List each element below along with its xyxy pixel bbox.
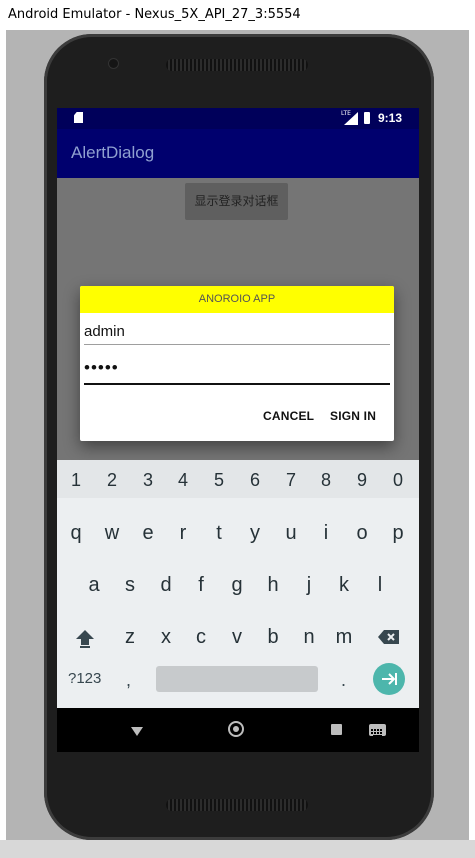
key-k[interactable]: k [326,574,362,597]
key-a[interactable]: a [76,574,112,597]
home-icon[interactable] [228,721,244,737]
bottom-speaker [166,799,308,811]
window-bottom-edge [0,840,475,858]
key-d[interactable]: d [148,574,184,597]
enter-key[interactable] [373,663,405,695]
key-j[interactable]: j [291,574,327,597]
password-field[interactable]: ••••• [84,352,390,386]
show-login-dialog-button[interactable]: 显示登录对话框 [185,183,288,220]
key-v[interactable]: v [219,626,255,649]
period-key[interactable]: . [341,670,346,691]
back-icon[interactable] [130,723,144,737]
key-i[interactable]: i [308,522,344,545]
cancel-button[interactable]: CANCEL [263,409,314,423]
key-o[interactable]: o [344,522,380,545]
key-u[interactable]: u [273,522,309,545]
key-0[interactable]: 0 [380,470,416,491]
navigation-bar [57,708,419,752]
status-bar: LTE 9:13 [57,108,419,129]
comma-key[interactable]: , [126,670,131,691]
key-e[interactable]: e [130,522,166,545]
battery-icon [364,112,370,124]
key-h[interactable]: h [255,574,291,597]
key-y[interactable]: y [237,522,273,545]
key-w[interactable]: w [94,522,130,545]
key-1[interactable]: 1 [58,470,94,491]
key-3[interactable]: 3 [130,470,166,491]
username-underline [84,344,390,345]
key-4[interactable]: 4 [165,470,201,491]
shift-icon[interactable] [74,627,96,649]
key-t[interactable]: t [201,522,237,545]
key-f[interactable]: f [183,574,219,597]
key-g[interactable]: g [219,574,255,597]
key-x[interactable]: x [148,626,184,649]
lte-label: LTE [341,110,351,117]
top-speaker [166,59,308,71]
key-p[interactable]: p [380,522,416,545]
app-title: AlertDialog [71,143,155,162]
symbols-key[interactable]: ?123 [68,670,101,687]
username-field[interactable]: admin [84,316,390,346]
space-key[interactable] [156,666,318,692]
key-2[interactable]: 2 [94,470,130,491]
username-value: admin [84,323,125,340]
backspace-icon[interactable] [377,628,401,646]
status-time: 9:13 [378,111,403,125]
front-camera [109,59,118,68]
lte-signal-icon: LTE [341,110,359,126]
key-7[interactable]: 7 [273,470,309,491]
window-title: Android Emulator - Nexus_5X_API_27_3:555… [0,0,475,30]
dialog-title: ANOROIO APP [80,286,394,313]
key-6[interactable]: 6 [237,470,273,491]
sign-in-button[interactable]: SIGN IN [330,409,376,423]
main-content: 显示登录对话框 ANOROIO APP admin ••••• CANCEL S… [57,178,419,460]
app-bar: AlertDialog [57,129,419,178]
key-5[interactable]: 5 [201,470,237,491]
key-m[interactable]: m [326,626,362,649]
enter-icon [382,673,397,685]
soft-keyboard: 1 2 3 4 5 6 7 8 9 0 q w e r t y u i o p … [57,460,419,708]
key-b[interactable]: b [255,626,291,649]
key-l[interactable]: l [362,574,398,597]
number-row: 1 2 3 4 5 6 7 8 9 0 [57,460,419,498]
key-z[interactable]: z [112,626,148,649]
recents-icon[interactable] [331,724,342,735]
password-underline [84,383,390,385]
login-dialog: ANOROIO APP admin ••••• CANCEL SIGN IN [80,286,394,441]
keyboard-switch-icon[interactable] [369,724,386,737]
key-r[interactable]: r [165,522,201,545]
key-c[interactable]: c [183,626,219,649]
key-q[interactable]: q [58,522,94,545]
key-8[interactable]: 8 [308,470,344,491]
password-value: ••••• [84,358,119,377]
key-s[interactable]: s [112,574,148,597]
sd-card-icon [74,112,83,123]
device-screen: LTE 9:13 AlertDialog 显示登录对话框 ANOROIO APP… [57,108,419,752]
key-9[interactable]: 9 [344,470,380,491]
key-n[interactable]: n [291,626,327,649]
